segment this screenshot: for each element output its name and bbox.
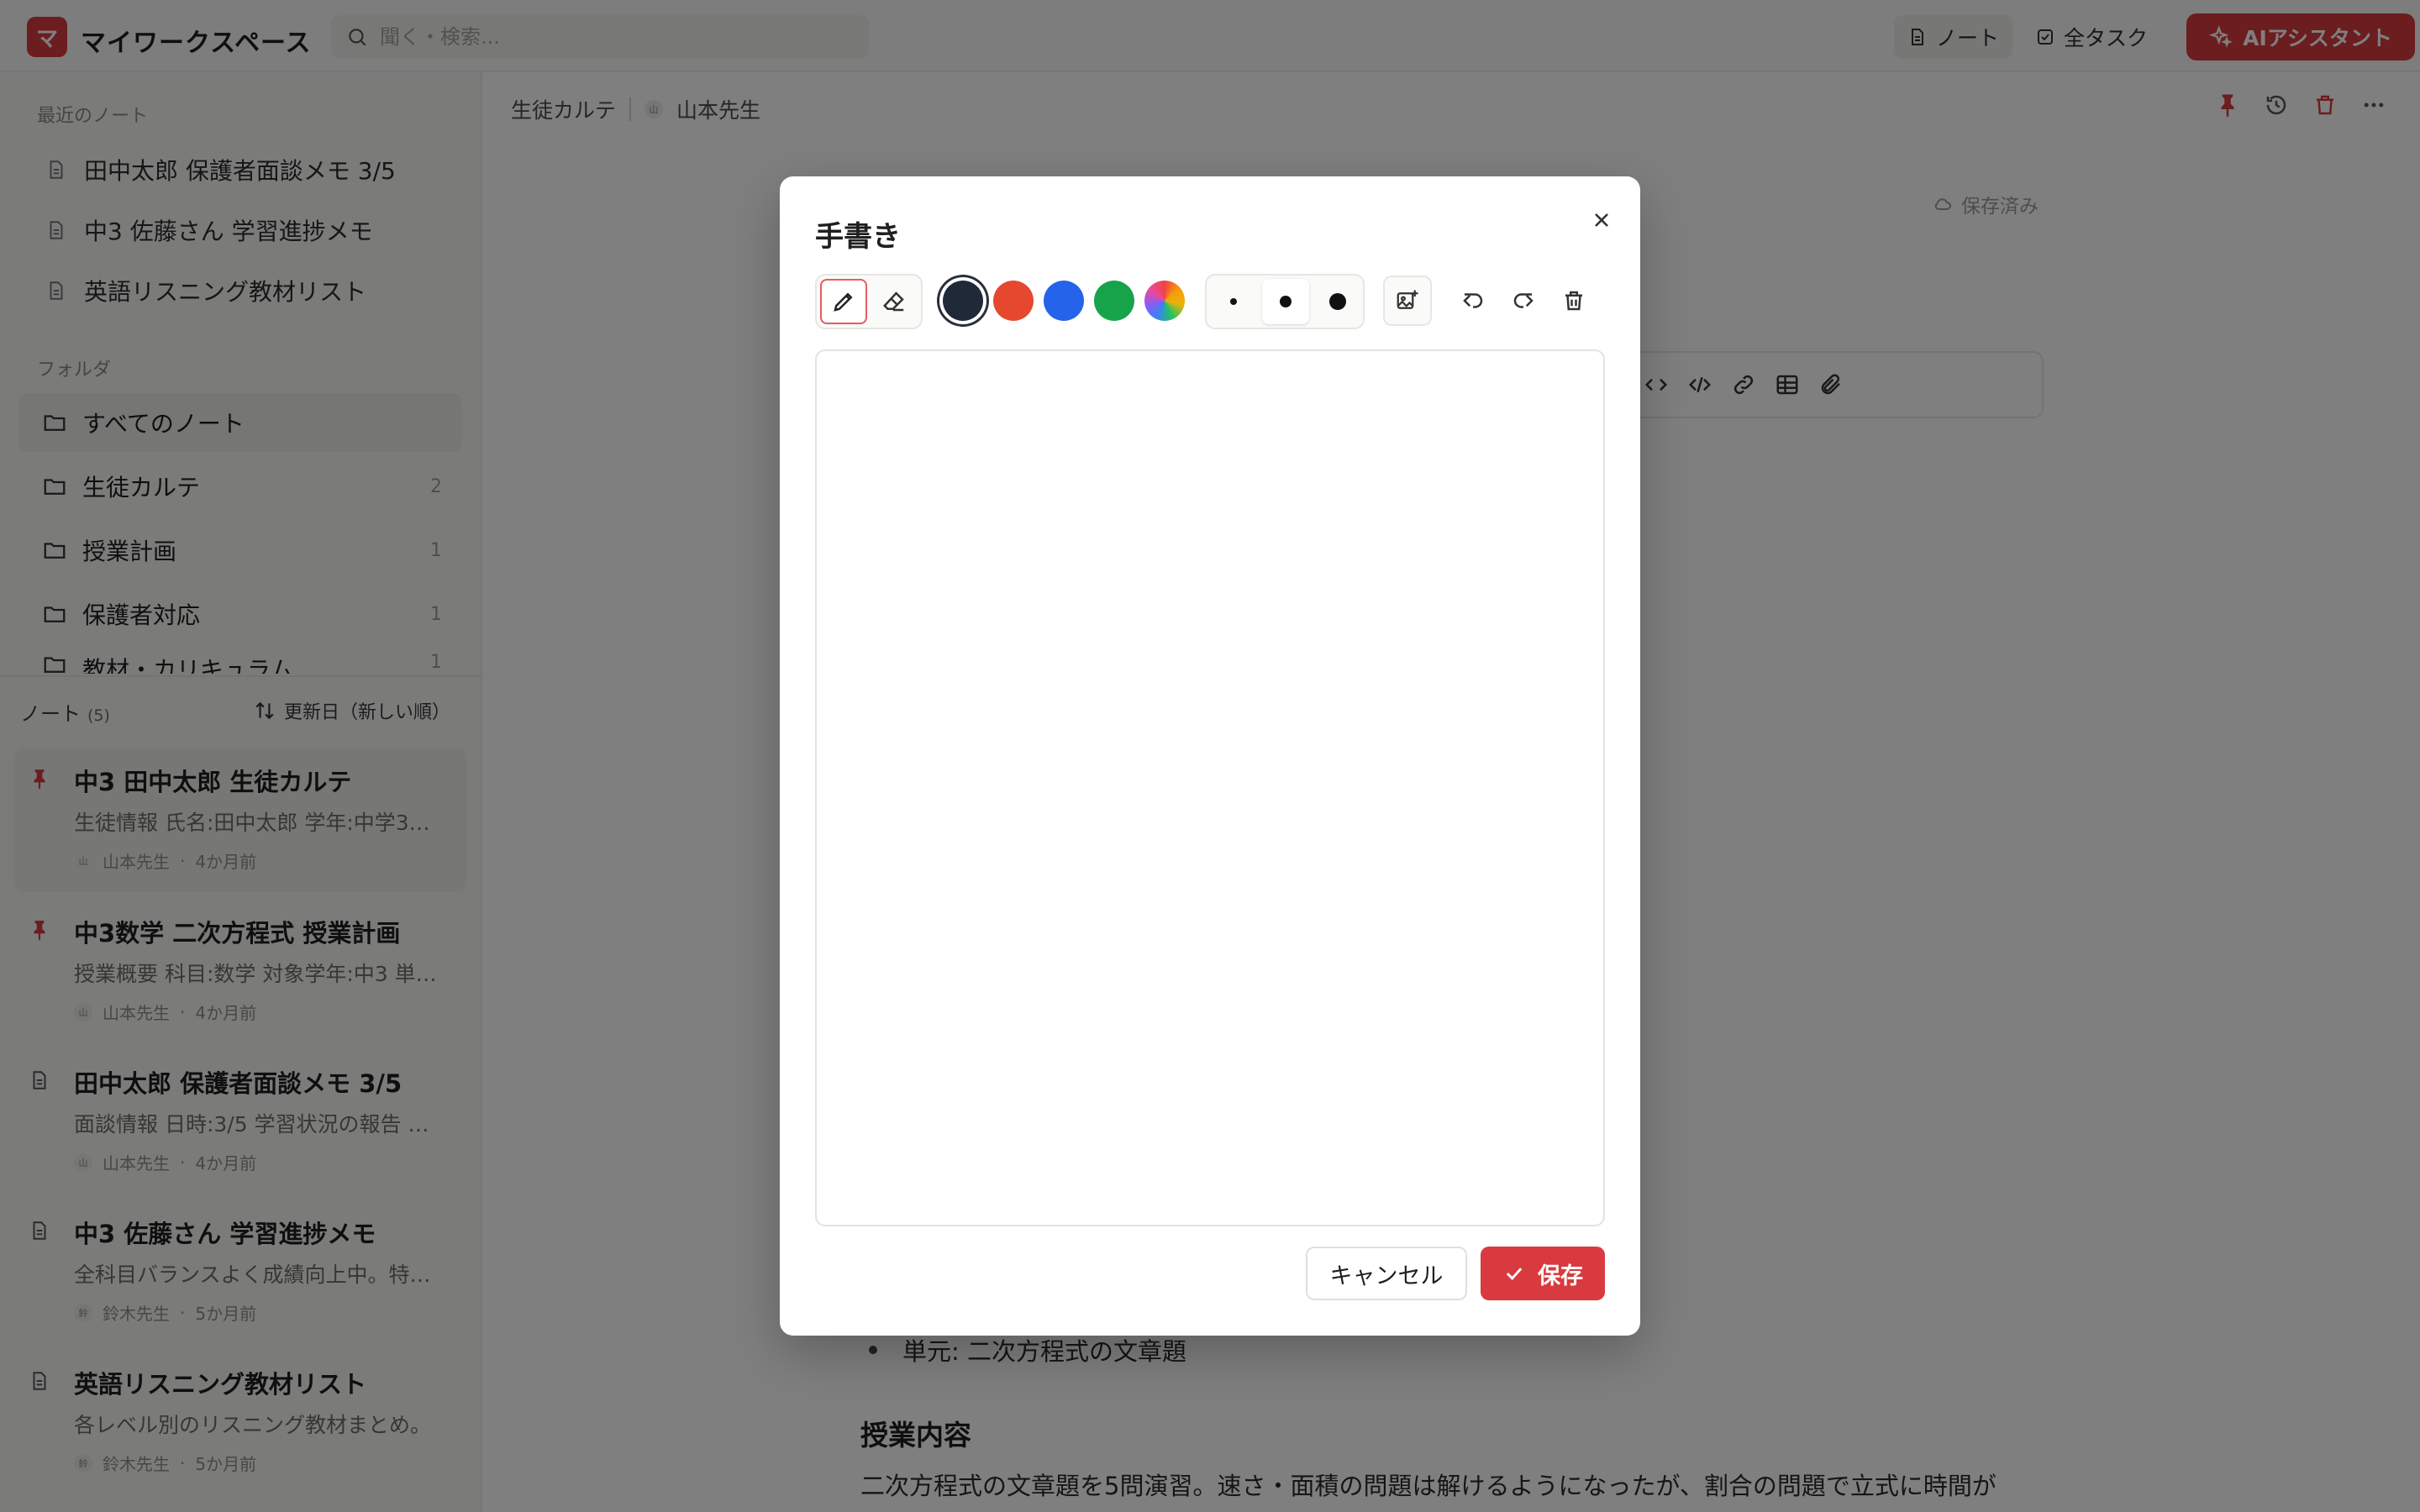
size-dot [1329, 293, 1346, 310]
close-icon [1590, 208, 1613, 232]
redo-icon [1511, 288, 1536, 313]
close-button[interactable] [1585, 203, 1618, 237]
redo-button[interactable] [1499, 276, 1548, 326]
brush-size-group [1205, 274, 1365, 329]
color-swatch-green[interactable] [1094, 281, 1134, 321]
save-button-label: 保存 [1538, 1263, 1583, 1289]
image-add-icon [1395, 288, 1420, 313]
custom-color-picker[interactable] [1144, 281, 1185, 321]
undo-icon [1460, 288, 1486, 313]
insert-image-button[interactable] [1383, 276, 1432, 326]
brush-size-small[interactable] [1210, 279, 1257, 324]
cancel-button[interactable]: キャンセル [1306, 1247, 1467, 1300]
eraser-icon [881, 289, 907, 314]
trash-icon [1561, 288, 1586, 313]
color-swatch-blue[interactable] [1044, 281, 1084, 321]
color-swatch-dark[interactable] [943, 281, 983, 321]
size-dot [1230, 298, 1237, 305]
size-dot [1280, 296, 1292, 307]
color-swatch-red[interactable] [993, 281, 1034, 321]
pen-icon [831, 289, 856, 314]
drawing-canvas[interactable] [815, 349, 1605, 1226]
eraser-tool-button[interactable] [871, 279, 918, 324]
clear-canvas-button[interactable] [1549, 276, 1598, 326]
undo-button[interactable] [1449, 276, 1497, 326]
tool-group [815, 274, 923, 329]
brush-size-large[interactable] [1314, 279, 1361, 324]
check-icon [1502, 1262, 1526, 1285]
pen-tool-button[interactable] [820, 279, 867, 324]
handwriting-dialog: 手書き キャンセル 保存 [780, 176, 1640, 1336]
brush-size-medium[interactable] [1262, 279, 1309, 324]
dialog-title: 手書き [815, 220, 901, 254]
save-button[interactable]: 保存 [1481, 1247, 1605, 1300]
